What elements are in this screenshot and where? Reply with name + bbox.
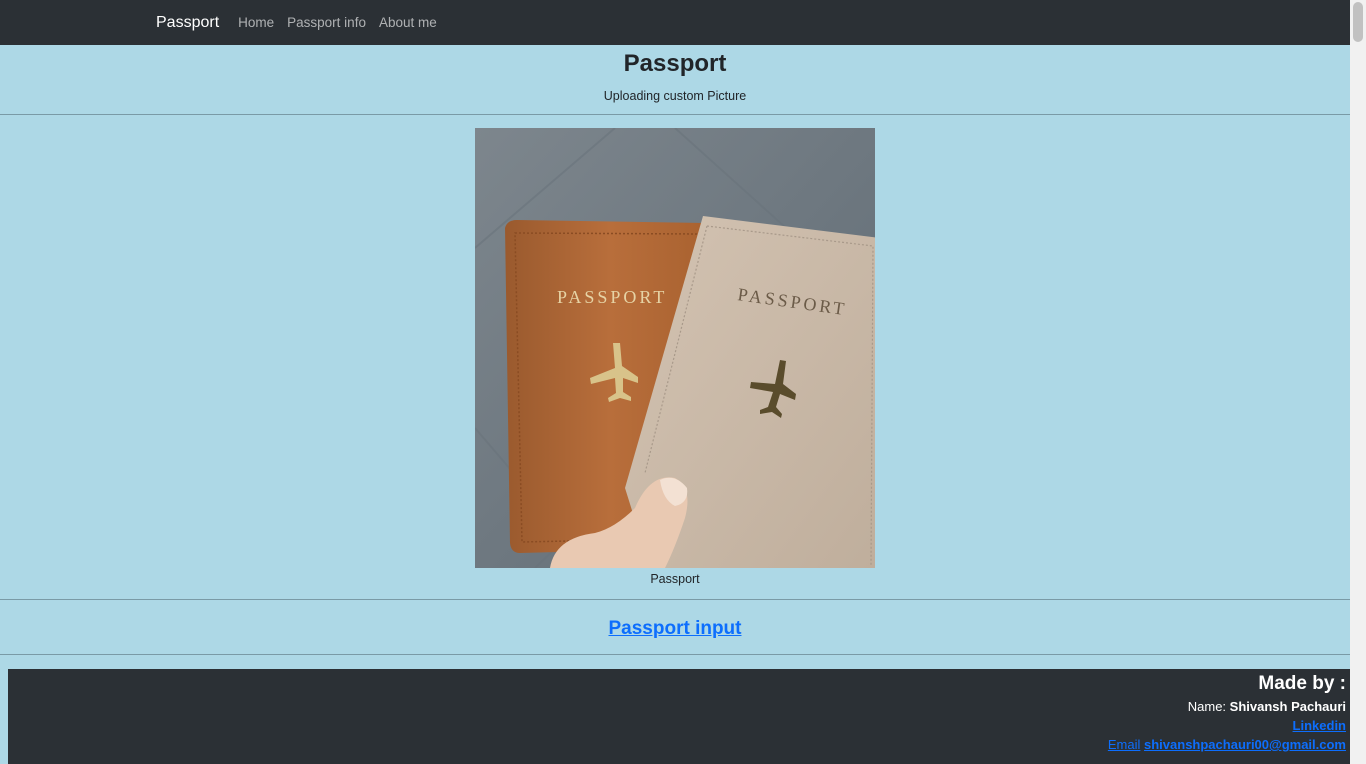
figure-caption: Passport xyxy=(650,572,700,586)
footer-name-line: Name: Shivansh Pachauri xyxy=(8,699,1346,714)
footer: Made by : Name: Shivansh Pachauri Linked… xyxy=(8,669,1350,764)
input-section: Passport input xyxy=(0,600,1350,655)
footer-linkedin-line: Linkedin xyxy=(8,718,1346,733)
nav-link-home[interactable]: Home xyxy=(238,15,274,30)
footer-heading: Made by : xyxy=(1258,673,1346,694)
scrollbar-thumb[interactable] xyxy=(1353,2,1363,42)
nav-link-about-me[interactable]: About me xyxy=(379,15,437,30)
passport-photo: PASSPORT PASSPORT xyxy=(475,128,875,568)
nav-link-passport-info[interactable]: Passport info xyxy=(287,15,366,30)
page-subtitle: Uploading custom Picture xyxy=(603,89,747,103)
navbar: Passport Home Passport info About me xyxy=(0,0,1350,45)
name-label: Name: xyxy=(1187,699,1227,714)
email-link[interactable]: shivanshpachauri00@gmail.com xyxy=(1144,737,1346,752)
page-header: Passport Uploading custom Picture xyxy=(0,45,1350,115)
page: Passport Home Passport info About me Pas… xyxy=(0,0,1350,764)
passport-figure: PASSPORT PASSPORT Passport xyxy=(0,115,1350,600)
passport-input-link[interactable]: Passport input xyxy=(608,618,741,640)
footer-email-line: Email shivanshpachauri00@gmail.com xyxy=(8,737,1346,752)
navbar-brand[interactable]: Passport xyxy=(156,14,219,32)
email-label[interactable]: Email xyxy=(1108,737,1141,752)
linkedin-link[interactable]: Linkedin xyxy=(1293,718,1346,733)
name-value: Shivansh Pachauri xyxy=(1229,699,1346,714)
page-title: Passport xyxy=(623,50,727,77)
image-text-left: PASSPORT xyxy=(557,287,667,307)
scrollbar[interactable] xyxy=(1350,0,1366,764)
